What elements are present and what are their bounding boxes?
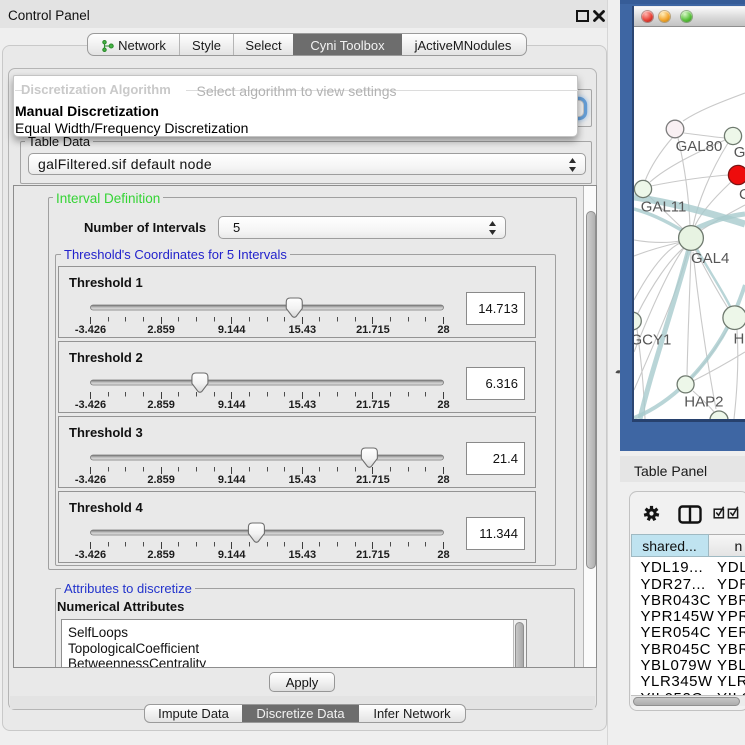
svg-text:28: 28 [437, 399, 449, 411]
svg-text:9.144: 9.144 [218, 399, 246, 411]
svg-text:21.715: 21.715 [356, 399, 390, 411]
svg-text:-3.426: -3.426 [75, 549, 106, 561]
svg-text:-3.426: -3.426 [75, 399, 106, 411]
svg-text:28: 28 [437, 549, 449, 561]
svg-text:CDC: CDC [739, 186, 745, 203]
svg-text:28: 28 [437, 324, 449, 336]
svg-text:GAL80: GAL80 [676, 138, 723, 155]
svg-text:15.43: 15.43 [289, 324, 317, 336]
svg-text:28: 28 [437, 474, 449, 486]
svg-text:2.859: 2.859 [147, 324, 175, 336]
svg-text:GAL11: GAL11 [641, 199, 687, 216]
svg-text:GCY1: GCY1 [634, 332, 671, 349]
svg-text:-3.426: -3.426 [75, 324, 106, 336]
svg-text:2.859: 2.859 [147, 399, 175, 411]
svg-text:HIS4: HIS4 [734, 331, 745, 348]
svg-text:2.859: 2.859 [147, 549, 175, 561]
svg-text:21.715: 21.715 [356, 474, 390, 486]
svg-text:-3.426: -3.426 [75, 474, 106, 486]
svg-text:9.144: 9.144 [218, 474, 246, 486]
svg-text:GAL4: GAL4 [691, 250, 729, 267]
svg-text:HAP2: HAP2 [684, 394, 723, 411]
svg-text:GAL2: GAL2 [734, 144, 745, 161]
svg-text:9.144: 9.144 [218, 549, 246, 561]
svg-text:21.715: 21.715 [356, 549, 390, 561]
svg-text:9.144: 9.144 [218, 324, 246, 336]
svg-text:15.43: 15.43 [289, 399, 317, 411]
svg-text:15.43: 15.43 [289, 549, 317, 561]
svg-text:15.43: 15.43 [289, 474, 317, 486]
svg-text:21.715: 21.715 [356, 324, 390, 336]
svg-text:2.859: 2.859 [147, 474, 175, 486]
